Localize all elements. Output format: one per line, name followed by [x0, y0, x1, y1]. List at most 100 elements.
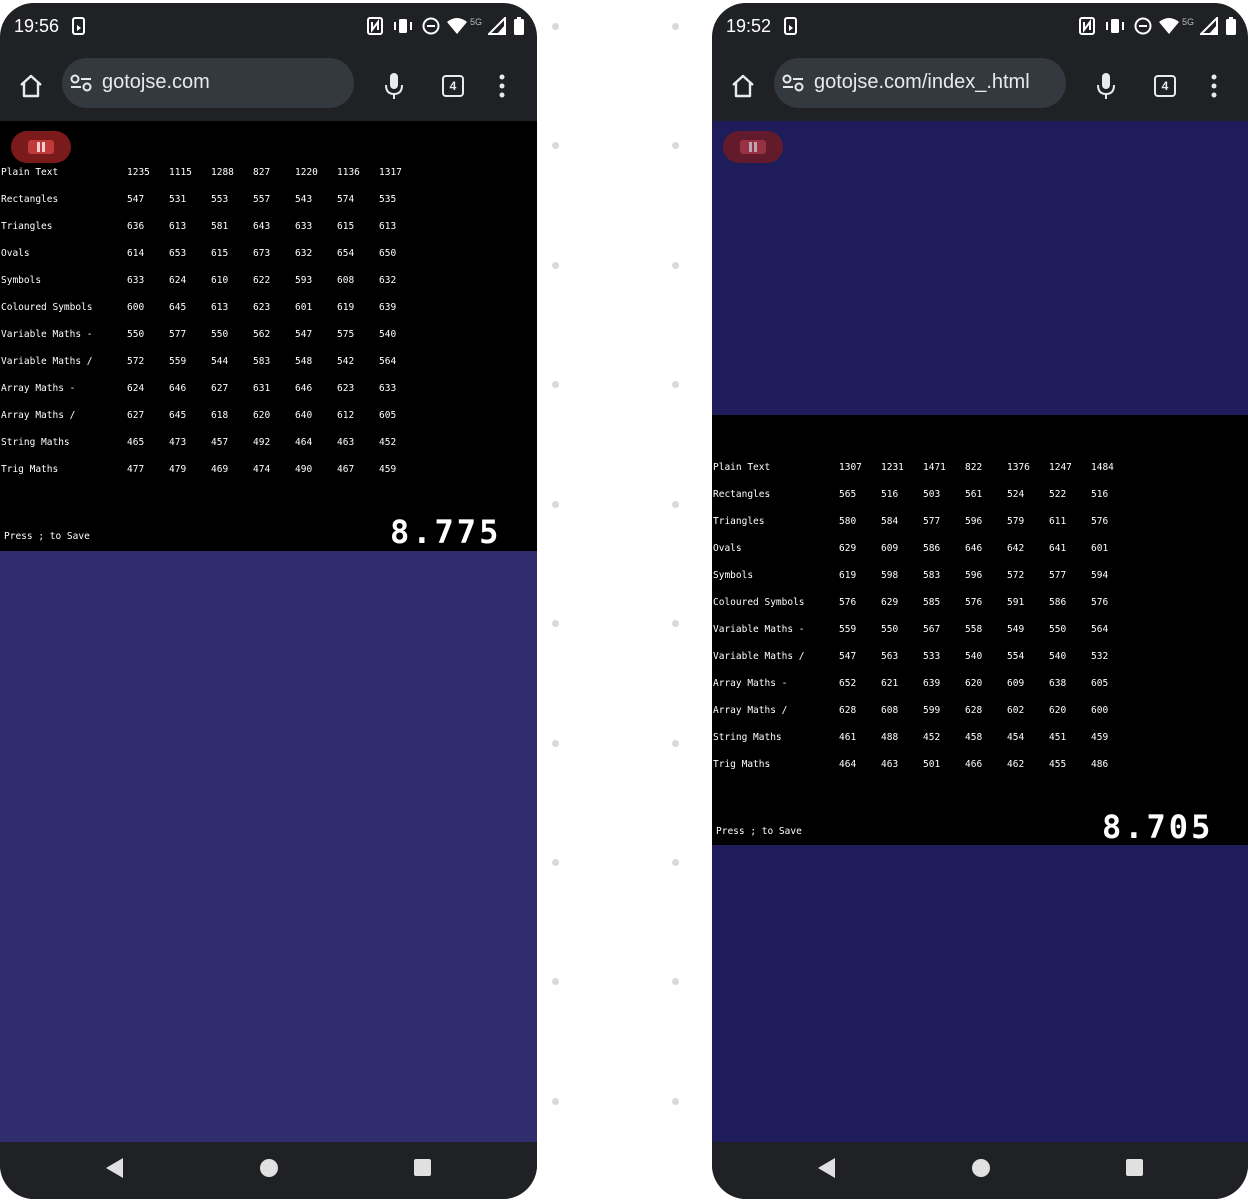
row-value: 464 — [839, 759, 857, 770]
home-icon[interactable] — [18, 73, 44, 99]
dot — [672, 740, 679, 747]
row-value: 550 — [127, 329, 145, 340]
row-value: 490 — [295, 464, 313, 475]
microphone-icon[interactable] — [384, 71, 404, 101]
row-value: 564 — [1091, 624, 1109, 635]
row-value: 458 — [965, 732, 983, 743]
row-value: 619 — [839, 570, 857, 581]
system-nav-bar — [0, 1142, 537, 1199]
dot — [552, 740, 559, 747]
more-options-icon[interactable] — [1210, 74, 1218, 98]
home-nav-icon[interactable] — [972, 1159, 990, 1177]
site-settings-icon[interactable] — [782, 74, 804, 92]
row-value: 1220 — [295, 167, 318, 178]
row-value: 624 — [169, 275, 187, 286]
row-value: 633 — [127, 275, 145, 286]
address-bar[interactable]: gotojse.com/index_.html — [774, 58, 1066, 108]
dot — [552, 142, 559, 149]
dot — [672, 978, 679, 985]
wifi-icon — [447, 18, 467, 34]
web-content: Plain Text 1307 1231 1471 822 1376 1247 1484 Rec… — [712, 121, 1248, 1142]
score-value: 8.705 — [1102, 808, 1214, 846]
microphone-icon[interactable] — [1096, 71, 1116, 101]
dot — [672, 620, 679, 627]
row-label: Array Maths / — [1, 410, 76, 421]
row-value: 653 — [169, 248, 187, 259]
site-settings-icon[interactable] — [70, 74, 92, 92]
recents-icon[interactable] — [1126, 1159, 1143, 1176]
row-value: 459 — [1091, 732, 1109, 743]
row-value: 461 — [839, 732, 857, 743]
row-value: 452 — [923, 732, 941, 743]
row-value: 547 — [295, 329, 313, 340]
row-value: 540 — [1049, 651, 1067, 662]
more-options-icon[interactable] — [498, 74, 506, 98]
row-value: 492 — [253, 437, 271, 448]
row-label: Trig Maths — [1, 464, 59, 475]
row-value: 650 — [379, 248, 397, 259]
row-value: 620 — [965, 678, 983, 689]
row-value: 598 — [881, 570, 899, 581]
row-value: 473 — [169, 437, 187, 448]
tab-switcher-button[interactable]: 4 — [442, 75, 464, 97]
screenshot-icon — [72, 17, 85, 35]
home-icon[interactable] — [730, 73, 756, 99]
row-value: 593 — [295, 275, 313, 286]
row-value: 462 — [1007, 759, 1025, 770]
row-value: 652 — [839, 678, 857, 689]
pause-icon-bar — [754, 142, 757, 152]
row-label: Variable Maths - — [713, 624, 805, 635]
row-value: 562 — [253, 329, 271, 340]
row-value: 540 — [379, 329, 397, 340]
dot — [552, 859, 559, 866]
row-label: Variable Maths / — [713, 651, 805, 662]
row-value: 451 — [1049, 732, 1067, 743]
dot — [552, 978, 559, 985]
row-value: 605 — [1091, 678, 1109, 689]
pause-button[interactable] — [11, 131, 71, 163]
wifi-icon — [1159, 18, 1179, 34]
page-background-top — [712, 121, 1248, 415]
row-value: 613 — [211, 302, 229, 313]
row-value: 567 — [923, 624, 941, 635]
row-value: 533 — [923, 651, 941, 662]
row-value: 477 — [127, 464, 145, 475]
row-value: 601 — [295, 302, 313, 313]
pause-icon — [28, 140, 54, 154]
battery-icon — [1226, 17, 1236, 35]
row-value: 469 — [211, 464, 229, 475]
row-label: String Maths — [1, 437, 70, 448]
recents-icon[interactable] — [414, 1159, 431, 1176]
row-value: 559 — [169, 356, 187, 367]
row-label: Array Maths - — [1, 383, 76, 394]
row-value: 614 — [127, 248, 145, 259]
row-value: 577 — [169, 329, 187, 340]
row-label: Ovals — [1, 248, 30, 259]
dot — [672, 23, 679, 30]
row-value: 628 — [839, 705, 857, 716]
row-label: Array Maths / — [713, 705, 788, 716]
row-value: 631 — [253, 383, 271, 394]
row-value: 550 — [881, 624, 899, 635]
row-label: Symbols — [1, 275, 42, 286]
phone-screen-right: 19:52 5G gotojse.com/index_.html 4 Plain… — [712, 3, 1248, 1199]
row-value: 583 — [923, 570, 941, 581]
back-icon[interactable] — [818, 1158, 835, 1178]
row-value: 465 — [127, 437, 145, 448]
row-value: 638 — [1049, 678, 1067, 689]
row-value: 1288 — [211, 167, 234, 178]
pause-button[interactable] — [723, 131, 783, 163]
row-value: 613 — [169, 221, 187, 232]
tab-switcher-button[interactable]: 4 — [1154, 75, 1176, 97]
address-bar[interactable]: gotojse.com — [62, 58, 354, 108]
row-value: 535 — [379, 194, 397, 205]
row-value: 615 — [337, 221, 355, 232]
home-nav-icon[interactable] — [260, 1159, 278, 1177]
row-value: 609 — [1007, 678, 1025, 689]
row-value: 576 — [965, 597, 983, 608]
status-time: 19:52 — [726, 16, 772, 36]
row-value: 464 — [295, 437, 313, 448]
dnd-icon — [422, 17, 440, 35]
row-value: 827 — [253, 167, 271, 178]
back-icon[interactable] — [106, 1158, 123, 1178]
